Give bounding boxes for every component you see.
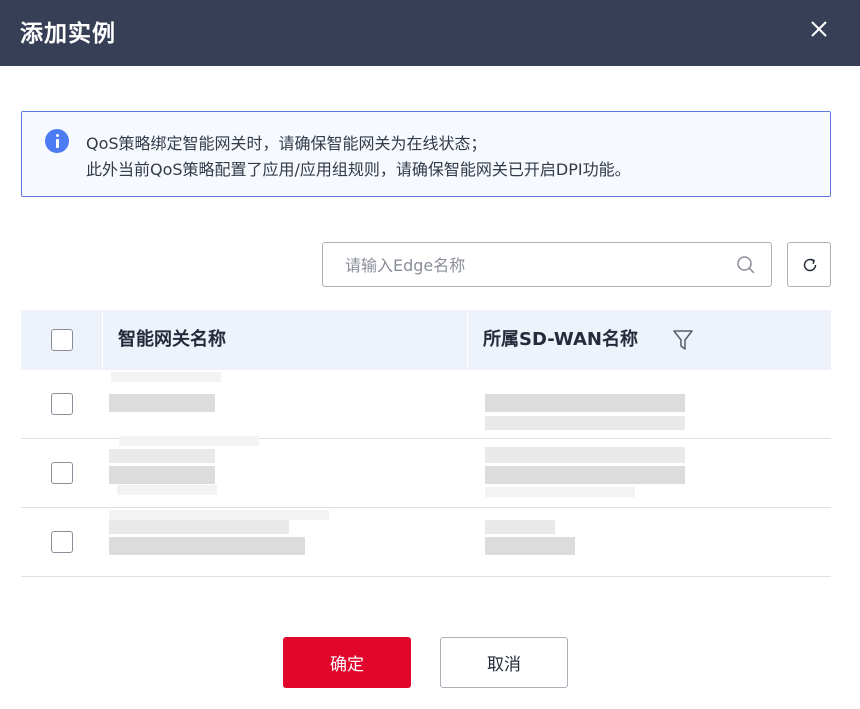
row-checkbox[interactable] (51, 462, 73, 484)
search-icon[interactable] (736, 255, 756, 275)
column-divider (467, 310, 468, 370)
redacted-text (117, 485, 217, 495)
redacted-text (485, 394, 685, 412)
redacted-text (109, 449, 215, 463)
redacted-text (485, 416, 685, 430)
dialog-header: 添加实例 (0, 0, 860, 66)
dialog-title: 添加实例 (20, 21, 116, 47)
table-row (21, 370, 831, 439)
refresh-icon (803, 258, 817, 272)
redacted-text (109, 394, 215, 412)
redacted-text (109, 537, 305, 555)
filter-icon[interactable] (672, 329, 694, 351)
notice-line-1: QoS策略绑定智能网关时，请确保智能网关为在线状态； (86, 134, 487, 153)
redacted-text (485, 520, 555, 534)
redacted-text (109, 466, 215, 484)
notice-line-2: 此外当前QoS策略配置了应用/应用组规则，请确保智能网关已开启DPI功能。 (86, 160, 631, 179)
redacted-text (119, 436, 259, 446)
close-icon[interactable] (804, 14, 834, 44)
add-instance-dialog: 添加实例 QoS策略绑定智能网关时，请确保智能网关为在线状态； 此外当前QoS策… (0, 0, 860, 709)
confirm-button[interactable]: 确定 (283, 637, 411, 688)
row-checkbox[interactable] (51, 531, 73, 553)
column-header-edge-name: 智能网关名称 (118, 329, 226, 350)
cancel-button[interactable]: 取消 (440, 637, 568, 688)
edge-table: 智能网关名称 所属SD-WAN名称 (21, 310, 831, 577)
column-header-sdwan-name: 所属SD-WAN名称 (483, 329, 638, 350)
column-divider (102, 310, 103, 370)
table-row (21, 436, 831, 508)
redacted-text (485, 466, 685, 484)
row-checkbox[interactable] (51, 393, 73, 415)
search-box (322, 242, 772, 287)
select-all-checkbox[interactable] (51, 329, 73, 351)
info-icon (45, 129, 69, 153)
redacted-text (111, 372, 221, 382)
refresh-button[interactable] (787, 242, 831, 287)
info-notice: QoS策略绑定智能网关时，请确保智能网关为在线状态； 此外当前QoS策略配置了应… (21, 111, 831, 197)
redacted-text (485, 487, 635, 497)
redacted-text (109, 510, 329, 520)
redacted-text (109, 520, 289, 534)
table-row (21, 508, 831, 577)
redacted-text (485, 447, 685, 463)
redacted-text (485, 537, 575, 555)
search-input[interactable] (345, 253, 725, 277)
table-header: 智能网关名称 所属SD-WAN名称 (21, 310, 831, 370)
